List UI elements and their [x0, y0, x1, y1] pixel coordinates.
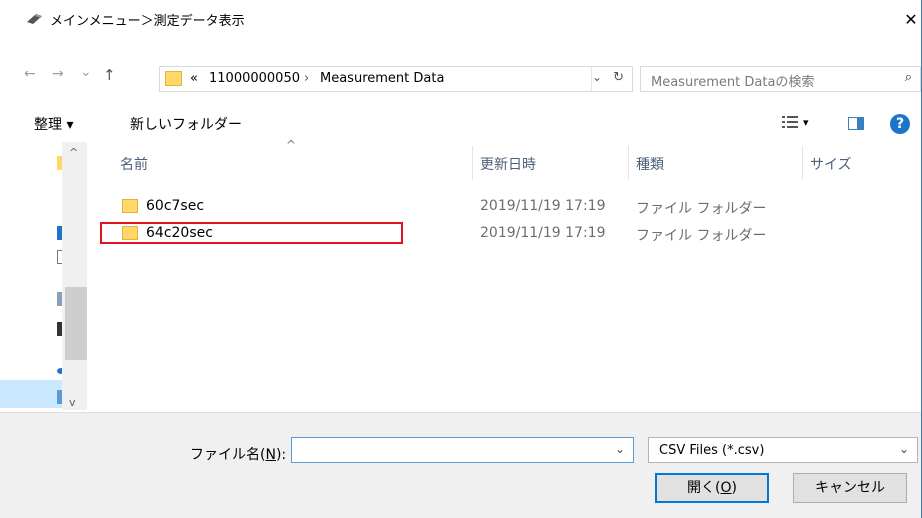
file-type: ファイル フォルダー	[636, 228, 767, 244]
search-box[interactable]: Measurement Dataの検索 ⌕	[640, 66, 921, 92]
breadcrumb-separator[interactable]: ›	[304, 71, 309, 86]
folder-icon	[165, 71, 182, 86]
file-type: ファイル フォルダー	[636, 201, 767, 217]
filetype-value: CSV Files (*.csv)	[659, 443, 765, 458]
file-open-dialog: メインメニュー＞測定データ表示 ✕ ← → ⌄ ↑ « 11000000050 …	[0, 0, 922, 518]
scroll-up-icon[interactable]: ^	[69, 146, 78, 159]
highlight-box	[100, 222, 403, 244]
up-folder-icon[interactable]: ↑	[103, 66, 116, 84]
address-divider	[591, 67, 592, 91]
search-icon[interactable]: ⌕	[905, 70, 912, 85]
address-bar[interactable]: « 11000000050 › Measurement Data ⌄ ↻	[159, 66, 633, 92]
breadcrumb-item-11000000050[interactable]: 11000000050	[209, 71, 300, 86]
view-options-icon[interactable]	[782, 116, 798, 128]
file-date: 2019/11/19 17:19	[480, 198, 606, 214]
nav-scrollbar-thumb[interactable]	[65, 287, 87, 360]
file-list: ^ 名前 更新日時 種類 サイズ 60c7sec 2019/11/19 17:1…	[96, 138, 921, 410]
selected-nav-item[interactable]	[0, 380, 62, 408]
chevron-down-icon[interactable]: ⌄	[899, 442, 909, 456]
column-header-size[interactable]: サイズ	[810, 154, 852, 174]
breadcrumb-overflow[interactable]: «	[190, 71, 198, 86]
navigation-pane: ^ v	[0, 142, 87, 410]
open-button[interactable]: 開く(O)	[655, 473, 769, 503]
help-icon[interactable]: ?	[890, 114, 910, 134]
column-separator[interactable]	[472, 146, 473, 180]
cancel-button[interactable]: キャンセル	[793, 473, 907, 503]
file-name: 60c7sec	[146, 198, 205, 214]
forward-icon[interactable]: →	[52, 66, 64, 82]
title-bar: メインメニュー＞測定データ表示 ✕	[0, 0, 921, 36]
refresh-icon[interactable]: ↻	[613, 70, 624, 85]
window-title: メインメニュー＞測定データ表示	[50, 14, 245, 29]
column-separator[interactable]	[802, 146, 803, 180]
back-icon[interactable]: ←	[24, 66, 36, 82]
column-header-date[interactable]: 更新日時	[480, 154, 536, 174]
list-item[interactable]: 60c7sec 2019/11/19 17:19 ファイル フォルダー	[96, 196, 796, 218]
breadcrumb-item-measurement-data[interactable]: Measurement Data	[320, 71, 444, 86]
recent-locations-icon[interactable]: ⌄	[80, 64, 92, 80]
chevron-down-icon[interactable]: ⌄	[615, 442, 625, 456]
navigation-bar: ← → ⌄ ↑ « 11000000050 › Measurement Data…	[0, 58, 921, 94]
scroll-down-icon[interactable]: v	[69, 396, 76, 409]
folder-icon	[122, 199, 138, 213]
address-dropdown-icon[interactable]: ⌄	[592, 70, 602, 84]
nav-scrollbar[interactable]	[62, 142, 87, 410]
organize-button[interactable]: 整理 ▾	[34, 114, 73, 134]
column-header-name[interactable]: 名前	[120, 154, 148, 174]
file-date: 2019/11/19 17:19	[480, 225, 606, 241]
filetype-select[interactable]: CSV Files (*.csv) ⌄	[648, 437, 918, 463]
dialog-footer: ファイル名(N): ⌄ CSV Files (*.csv) ⌄ 開く(O) キャ…	[0, 412, 921, 518]
preview-pane-icon[interactable]	[848, 117, 864, 130]
sort-arrow-icon: ^	[286, 138, 297, 152]
new-folder-button[interactable]: 新しいフォルダー	[130, 114, 242, 134]
filename-input[interactable]: ⌄	[291, 437, 634, 463]
filename-label: ファイル名(N):	[190, 447, 287, 463]
view-dropdown-icon[interactable]: ▾	[803, 116, 809, 129]
column-header-type[interactable]: 種類	[636, 154, 664, 174]
command-bar: 整理 ▾ 新しいフォルダー ▾ ?	[0, 106, 921, 140]
column-separator[interactable]	[628, 146, 629, 180]
search-placeholder: Measurement Dataの検索	[651, 75, 815, 90]
app-icon	[27, 14, 42, 24]
close-icon[interactable]: ✕	[901, 10, 921, 29]
